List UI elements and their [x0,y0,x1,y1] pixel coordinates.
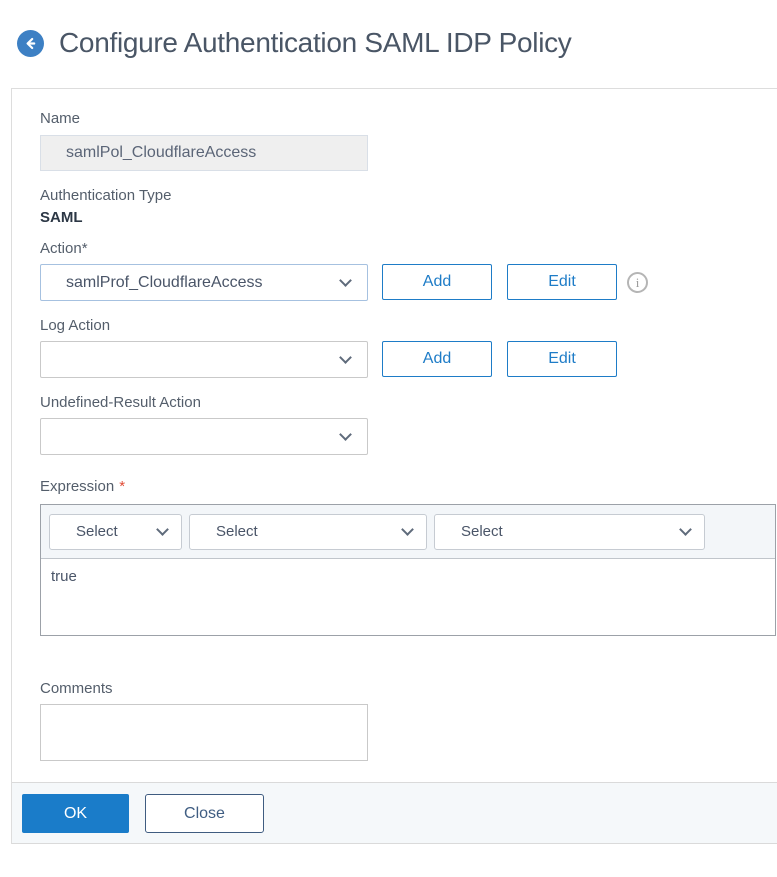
expression-label: Expression [40,478,114,495]
log-action-dropdown[interactable] [40,341,368,378]
expression-editor: Select Select Select true [40,504,776,636]
action-dropdown[interactable]: samlProf_CloudflareAccess [40,264,368,301]
back-button[interactable] [17,30,44,57]
arrow-left-icon [23,36,38,51]
chevron-down-icon [156,523,169,536]
expression-select-2[interactable]: Select [189,514,427,550]
expression-select-3-value: Select [435,523,673,540]
auth-type-label: Authentication Type [40,187,777,204]
chevron-down-icon [679,523,692,536]
action-label: Action* [40,240,777,257]
expression-select-3[interactable]: Select [434,514,705,550]
expression-toolbar: Select Select Select [41,505,775,559]
chevron-down-icon [339,428,352,441]
dialog-header: Configure Authentication SAML IDP Policy [0,0,777,59]
ok-button[interactable]: OK [22,794,129,833]
info-icon[interactable]: i [627,272,648,293]
log-action-edit-button[interactable]: Edit [507,341,617,377]
name-input: samlPol_CloudflareAccess [40,135,368,171]
action-edit-button[interactable]: Edit [507,264,617,300]
undefined-result-action-dropdown[interactable] [40,418,368,455]
comments-label: Comments [40,680,777,697]
page-title: Configure Authentication SAML IDP Policy [59,27,572,59]
expression-textarea[interactable]: true [41,559,775,635]
name-label: Name [40,110,777,127]
chevron-down-icon [339,274,352,287]
comments-textarea[interactable] [40,704,368,761]
action-add-button[interactable]: Add [382,264,492,300]
expression-select-1[interactable]: Select [49,514,182,550]
action-dropdown-value: samlProf_CloudflareAccess [41,274,333,292]
chevron-down-icon [339,351,352,364]
log-action-add-button[interactable]: Add [382,341,492,377]
undefined-result-action-label: Undefined-Result Action [40,394,777,411]
dialog-footer: OK Close [12,782,777,844]
saml-idp-policy-form: Name samlPol_CloudflareAccess Authentica… [11,88,777,844]
close-button[interactable]: Close [145,794,264,833]
expression-select-2-value: Select [190,523,395,540]
expression-select-1-value: Select [50,523,150,540]
log-action-label: Log Action [40,317,777,334]
required-asterisk: * [119,478,125,495]
auth-type-value: SAML [40,209,777,226]
chevron-down-icon [401,523,414,536]
